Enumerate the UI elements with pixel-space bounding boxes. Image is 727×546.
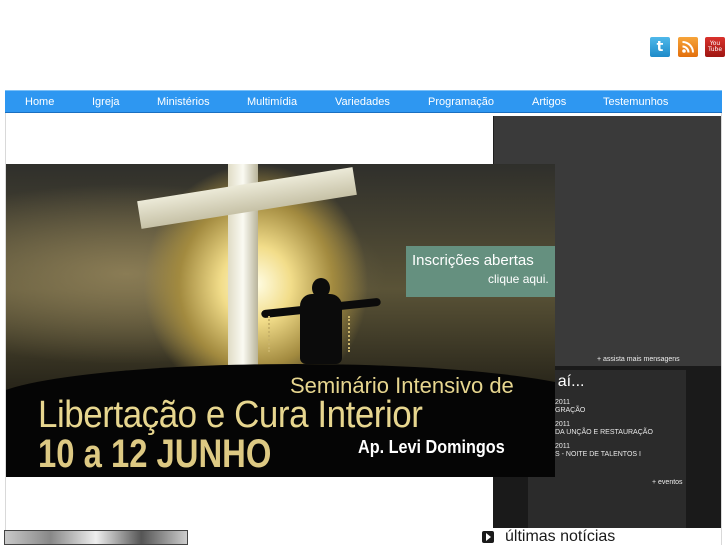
- main-nav: Home Igreja Ministérios Multimídia Varie…: [5, 90, 722, 113]
- nav-item-ministerios[interactable]: Ministérios: [157, 91, 210, 113]
- more-messages-link[interactable]: + assista mais mensagens: [597, 356, 680, 363]
- more-events-link[interactable]: + eventos: [652, 479, 683, 486]
- registration-sublabel[interactable]: clique aqui.: [488, 272, 549, 286]
- event-item[interactable]: S - NOITE DE TALENTOS I: [555, 451, 641, 459]
- nav-item-variedades[interactable]: Variedades: [335, 91, 390, 113]
- twitter-glyph: t: [656, 39, 664, 55]
- event-date: 2011: [555, 421, 571, 428]
- banner-speaker: Ap. Levi Domingos: [358, 437, 505, 457]
- arrow-glyph: [486, 533, 491, 541]
- banner-title: Libertação e Cura Interior: [38, 394, 423, 436]
- youtube-label-bottom: Tube: [707, 46, 723, 53]
- nav-item-igreja[interactable]: Igreja: [92, 91, 120, 113]
- page-border-right: [721, 113, 722, 545]
- registration-label[interactable]: Inscrições abertas: [412, 252, 534, 269]
- figure-silhouette: [300, 294, 342, 364]
- youtube-icon[interactable]: You Tube: [705, 37, 725, 57]
- event-date: 2011: [555, 399, 571, 406]
- bottom-image-strip[interactable]: [4, 530, 188, 545]
- nav-item-home[interactable]: Home: [25, 91, 54, 113]
- event-item[interactable]: GRAÇÃO: [555, 407, 585, 415]
- nav-item-programacao[interactable]: Programação: [428, 91, 494, 113]
- rss-icon[interactable]: [678, 37, 698, 57]
- nav-item-multimidia[interactable]: Multimídia: [247, 91, 297, 113]
- chain-left: [268, 316, 273, 352]
- rss-glyph: [682, 41, 694, 53]
- chain-right: [348, 316, 353, 352]
- nav-item-testemunhos[interactable]: Testemunhos: [603, 91, 668, 113]
- event-date: 2011: [555, 443, 571, 450]
- twitter-icon[interactable]: t: [650, 37, 670, 57]
- latest-news-heading: últimas notícias: [505, 528, 616, 545]
- nav-item-artigos[interactable]: Artigos: [532, 91, 566, 113]
- event-item[interactable]: DA UNÇÃO E RESTAURAÇÃO: [555, 429, 653, 437]
- banner-date: 10 a 12 JUNHO: [38, 432, 272, 476]
